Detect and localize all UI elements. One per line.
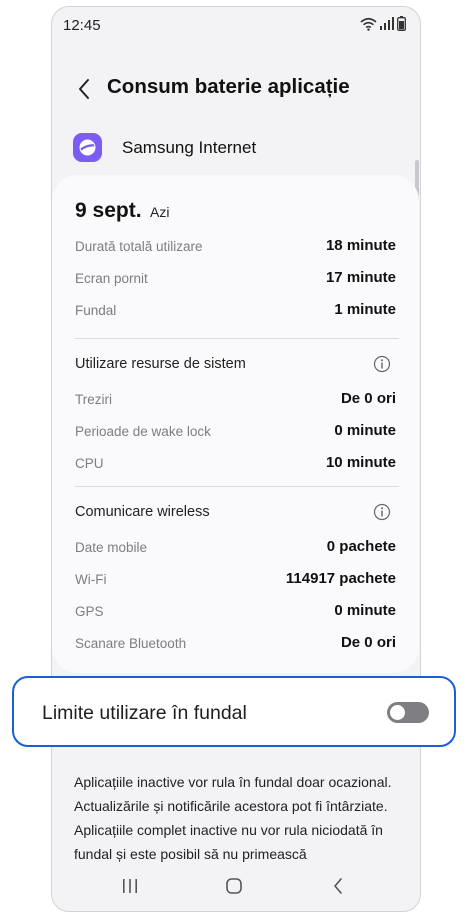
usage-date: 9 sept. <box>75 199 142 222</box>
stat-label: CPU <box>75 456 104 471</box>
usage-row: Durată totală utilizare 18 minute <box>75 237 396 259</box>
battery-usage-card: 9 sept. Azi Durată totală utilizare 18 m… <box>52 175 419 673</box>
date-row: 9 sept. Azi <box>75 199 169 223</box>
background-limit-description: Aplicațiile inactive vor rula în fundal … <box>74 774 392 862</box>
stat-value: 0 minute <box>334 422 396 439</box>
app-name: Samsung Internet <box>122 138 257 157</box>
nav-back-button[interactable] <box>325 874 351 898</box>
section-title: Utilizare resurse de sistem <box>75 356 246 372</box>
back-button[interactable] <box>70 75 98 103</box>
background-limit-label: Limite utilizare în fundal <box>42 702 247 724</box>
stat-value: 114917 pachete <box>285 570 396 587</box>
background-limit-toggle[interactable] <box>387 702 429 723</box>
header: Consum baterie aplicație <box>52 67 420 111</box>
stat-value: 18 minute <box>325 237 396 254</box>
home-icon <box>226 878 242 894</box>
stat-value: 0 pachete <box>326 538 396 555</box>
system-resource-row: Treziri De 0 ori <box>75 390 396 412</box>
stat-value: De 0 ori <box>340 634 396 651</box>
stat-label: Perioade de wake lock <box>75 424 211 439</box>
app-row: Samsung Internet <box>52 127 420 167</box>
wifi-icon <box>360 17 377 31</box>
stat-value: 0 minute <box>334 602 396 619</box>
stat-label: Scanare Bluetooth <box>75 636 187 651</box>
samsung-internet-icon <box>73 133 102 162</box>
back-icon <box>334 878 342 894</box>
stat-label: Durată totală utilizare <box>75 239 203 254</box>
signal-icon <box>380 17 394 30</box>
usage-date-note: Azi <box>149 204 170 220</box>
usage-row: Ecran pornit 17 minute <box>75 269 396 291</box>
status-bar: 12:45 <box>52 7 420 43</box>
stat-label: GPS <box>75 604 104 619</box>
wireless-row: Date mobile 0 pachete <box>75 538 396 560</box>
chevron-left-icon <box>79 79 89 99</box>
toggle-knob <box>390 705 405 720</box>
system-resource-row: Perioade de wake lock 0 minute <box>75 422 396 444</box>
system-resource-row: CPU 10 minute <box>75 454 396 476</box>
status-time: 12:45 <box>63 17 101 34</box>
page-title: Consum baterie aplicație <box>107 75 350 98</box>
recent-apps-button[interactable] <box>117 874 143 898</box>
divider <box>75 486 399 487</box>
wireless-row: GPS 0 minute <box>75 602 396 624</box>
stat-value: De 0 ori <box>340 390 396 407</box>
home-button[interactable] <box>221 874 247 898</box>
stat-label: Fundal <box>75 303 117 318</box>
divider <box>75 338 399 339</box>
stat-label: Treziri <box>75 392 112 407</box>
system-resources-header: Utilizare resurse de sistem <box>75 353 396 377</box>
wireless-header: Comunicare wireless <box>75 501 396 525</box>
usage-row: Fundal 1 minute <box>75 301 396 323</box>
status-icons <box>360 16 406 31</box>
navigation-bar <box>51 864 419 908</box>
background-limit-setting[interactable]: Limite utilizare în fundal <box>12 676 456 747</box>
wireless-row: Scanare Bluetooth De 0 ori <box>75 634 396 656</box>
stat-label: Date mobile <box>75 540 148 555</box>
stat-value: 17 minute <box>325 269 396 286</box>
info-icon[interactable] <box>373 355 391 373</box>
stat-value: 1 minute <box>334 301 396 318</box>
info-icon[interactable] <box>373 503 391 521</box>
stat-label: Ecran pornit <box>75 271 148 286</box>
stat-value: 10 minute <box>325 454 396 471</box>
recent-apps-icon <box>123 879 137 893</box>
section-title: Comunicare wireless <box>75 504 210 520</box>
stat-label: Wi-Fi <box>75 572 107 587</box>
battery-icon <box>397 16 406 31</box>
wireless-row: Wi-Fi 114917 pachete <box>75 570 396 592</box>
